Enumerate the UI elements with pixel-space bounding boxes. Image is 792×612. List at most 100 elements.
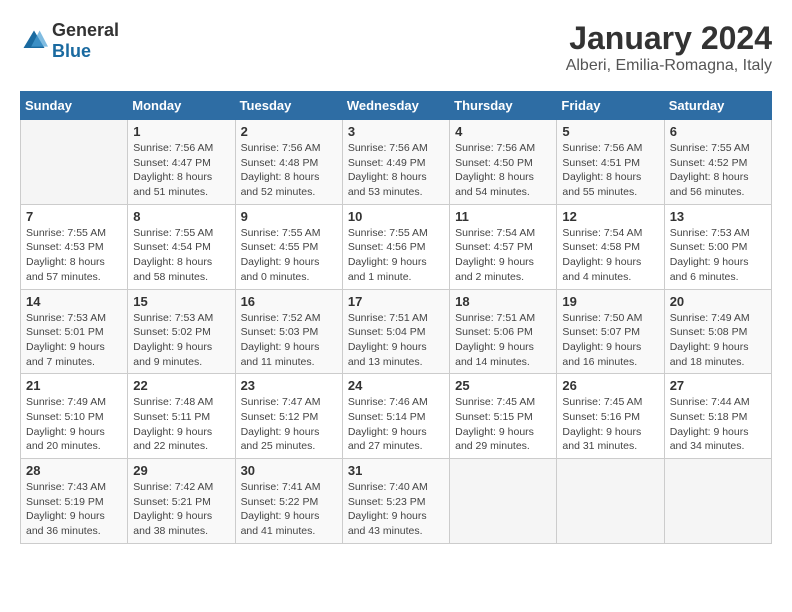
calendar-cell: 3 Sunrise: 7:56 AM Sunset: 4:49 PM Daylig… [342,120,449,205]
day-info: Sunrise: 7:53 AM Sunset: 5:00 PM Dayligh… [670,226,766,285]
calendar-cell: 10 Sunrise: 7:55 AM Sunset: 4:56 PM Dayli… [342,204,449,289]
day-info: Sunrise: 7:56 AM Sunset: 4:49 PM Dayligh… [348,141,444,200]
calendar-cell: 17 Sunrise: 7:51 AM Sunset: 5:04 PM Dayli… [342,289,449,374]
day-number: 23 [241,378,337,393]
day-number: 10 [348,209,444,224]
calendar-cell: 26Sunrise: 7:45 AM Sunset: 5:16 PM Dayli… [557,374,664,459]
day-info: Sunrise: 7:44 AM Sunset: 5:18 PM Dayligh… [670,395,766,454]
logo-general: General [52,20,119,40]
day-info: Sunrise: 7:46 AM Sunset: 5:14 PM Dayligh… [348,395,444,454]
calendar-cell: 23 Sunrise: 7:47 AM Sunset: 5:12 PM Dayli… [235,374,342,459]
calendar-cell: 9 Sunrise: 7:55 AM Sunset: 4:55 PM Daylig… [235,204,342,289]
calendar-cell: 8 Sunrise: 7:55 AM Sunset: 4:54 PM Daylig… [128,204,235,289]
day-info: Sunrise: 7:55 AM Sunset: 4:55 PM Dayligh… [241,226,337,285]
day-number: 4 [455,124,551,139]
day-info: Sunrise: 7:40 AM Sunset: 5:23 PM Dayligh… [348,480,444,539]
day-info: Sunrise: 7:51 AM Sunset: 5:06 PM Dayligh… [455,311,551,370]
calendar-cell: 21 Sunrise: 7:49 AM Sunset: 5:10 PM Dayli… [21,374,128,459]
day-number: 5 [562,124,658,139]
day-info: Sunrise: 7:53 AM Sunset: 5:02 PM Dayligh… [133,311,229,370]
day-info: Sunrise: 7:56 AM Sunset: 4:47 PM Dayligh… [133,141,229,200]
day-number: 13 [670,209,766,224]
calendar-cell: 4 Sunrise: 7:56 AM Sunset: 4:50 PM Daylig… [450,120,557,205]
weekday-header-tuesday: Tuesday [235,92,342,120]
calendar-cell: 19Sunrise: 7:50 AM Sunset: 5:07 PM Dayli… [557,289,664,374]
day-info: Sunrise: 7:55 AM Sunset: 4:53 PM Dayligh… [26,226,122,285]
weekday-header-monday: Monday [128,92,235,120]
weekday-header-thursday: Thursday [450,92,557,120]
day-number: 26 [562,378,658,393]
day-info: Sunrise: 7:49 AM Sunset: 5:10 PM Dayligh… [26,395,122,454]
day-number: 20 [670,294,766,309]
logo: General Blue [20,20,119,62]
logo-icon [20,27,48,55]
day-info: Sunrise: 7:56 AM Sunset: 4:48 PM Dayligh… [241,141,337,200]
day-number: 18 [455,294,551,309]
calendar-cell: 6Sunrise: 7:55 AM Sunset: 4:52 PM Daylig… [664,120,771,205]
day-info: Sunrise: 7:54 AM Sunset: 4:57 PM Dayligh… [455,226,551,285]
calendar-cell: 12Sunrise: 7:54 AM Sunset: 4:58 PM Dayli… [557,204,664,289]
day-info: Sunrise: 7:52 AM Sunset: 5:03 PM Dayligh… [241,311,337,370]
day-number: 9 [241,209,337,224]
day-number: 8 [133,209,229,224]
calendar-week-2: 7 Sunrise: 7:55 AM Sunset: 4:53 PM Daylig… [21,204,772,289]
calendar-cell [21,120,128,205]
calendar-cell: 20Sunrise: 7:49 AM Sunset: 5:08 PM Dayli… [664,289,771,374]
day-number: 3 [348,124,444,139]
calendar-cell [450,459,557,544]
day-info: Sunrise: 7:55 AM Sunset: 4:56 PM Dayligh… [348,226,444,285]
day-info: Sunrise: 7:45 AM Sunset: 5:15 PM Dayligh… [455,395,551,454]
day-number: 28 [26,463,122,478]
calendar-cell: 31 Sunrise: 7:40 AM Sunset: 5:23 PM Dayli… [342,459,449,544]
calendar-cell: 14Sunrise: 7:53 AM Sunset: 5:01 PM Dayli… [21,289,128,374]
calendar-cell: 16Sunrise: 7:52 AM Sunset: 5:03 PM Dayli… [235,289,342,374]
calendar-cell: 18 Sunrise: 7:51 AM Sunset: 5:06 PM Dayli… [450,289,557,374]
page-header: General Blue January 2024 Alberi, Emilia… [20,20,772,75]
day-number: 22 [133,378,229,393]
day-info: Sunrise: 7:56 AM Sunset: 4:51 PM Dayligh… [562,141,658,200]
day-info: Sunrise: 7:56 AM Sunset: 4:50 PM Dayligh… [455,141,551,200]
day-info: Sunrise: 7:51 AM Sunset: 5:04 PM Dayligh… [348,311,444,370]
day-number: 6 [670,124,766,139]
day-info: Sunrise: 7:50 AM Sunset: 5:07 PM Dayligh… [562,311,658,370]
day-info: Sunrise: 7:43 AM Sunset: 5:19 PM Dayligh… [26,480,122,539]
day-number: 25 [455,378,551,393]
calendar-cell: 2 Sunrise: 7:56 AM Sunset: 4:48 PM Daylig… [235,120,342,205]
calendar-cell: 28 Sunrise: 7:43 AM Sunset: 5:19 PM Dayli… [21,459,128,544]
day-info: Sunrise: 7:55 AM Sunset: 4:54 PM Dayligh… [133,226,229,285]
calendar-cell: 29Sunrise: 7:42 AM Sunset: 5:21 PM Dayli… [128,459,235,544]
day-number: 30 [241,463,337,478]
day-number: 29 [133,463,229,478]
day-number: 21 [26,378,122,393]
calendar-cell: 25 Sunrise: 7:45 AM Sunset: 5:15 PM Dayli… [450,374,557,459]
weekday-header-friday: Friday [557,92,664,120]
calendar-cell: 15 Sunrise: 7:53 AM Sunset: 5:02 PM Dayli… [128,289,235,374]
calendar-cell: 7 Sunrise: 7:55 AM Sunset: 4:53 PM Daylig… [21,204,128,289]
day-number: 12 [562,209,658,224]
calendar-cell [664,459,771,544]
calendar-week-1: 1 Sunrise: 7:56 AM Sunset: 4:47 PM Daylig… [21,120,772,205]
calendar-cell: 13 Sunrise: 7:53 AM Sunset: 5:00 PM Dayli… [664,204,771,289]
calendar-cell [557,459,664,544]
day-number: 1 [133,124,229,139]
day-info: Sunrise: 7:47 AM Sunset: 5:12 PM Dayligh… [241,395,337,454]
calendar-week-5: 28 Sunrise: 7:43 AM Sunset: 5:19 PM Dayli… [21,459,772,544]
day-number: 27 [670,378,766,393]
day-number: 17 [348,294,444,309]
calendar-cell: 1 Sunrise: 7:56 AM Sunset: 4:47 PM Daylig… [128,120,235,205]
calendar-cell: 22Sunrise: 7:48 AM Sunset: 5:11 PM Dayli… [128,374,235,459]
weekday-header-sunday: Sunday [21,92,128,120]
day-number: 24 [348,378,444,393]
day-number: 31 [348,463,444,478]
day-number: 7 [26,209,122,224]
title-block: January 2024 Alberi, Emilia-Romagna, Ita… [566,20,772,75]
calendar-cell: 5 Sunrise: 7:56 AM Sunset: 4:51 PM Daylig… [557,120,664,205]
calendar-week-3: 14Sunrise: 7:53 AM Sunset: 5:01 PM Dayli… [21,289,772,374]
calendar-week-4: 21 Sunrise: 7:49 AM Sunset: 5:10 PM Dayli… [21,374,772,459]
calendar-table: SundayMondayTuesdayWednesdayThursdayFrid… [20,91,772,544]
calendar-cell: 30Sunrise: 7:41 AM Sunset: 5:22 PM Dayli… [235,459,342,544]
day-number: 2 [241,124,337,139]
calendar-header-row: SundayMondayTuesdayWednesdayThursdayFrid… [21,92,772,120]
day-info: Sunrise: 7:53 AM Sunset: 5:01 PM Dayligh… [26,311,122,370]
day-number: 15 [133,294,229,309]
